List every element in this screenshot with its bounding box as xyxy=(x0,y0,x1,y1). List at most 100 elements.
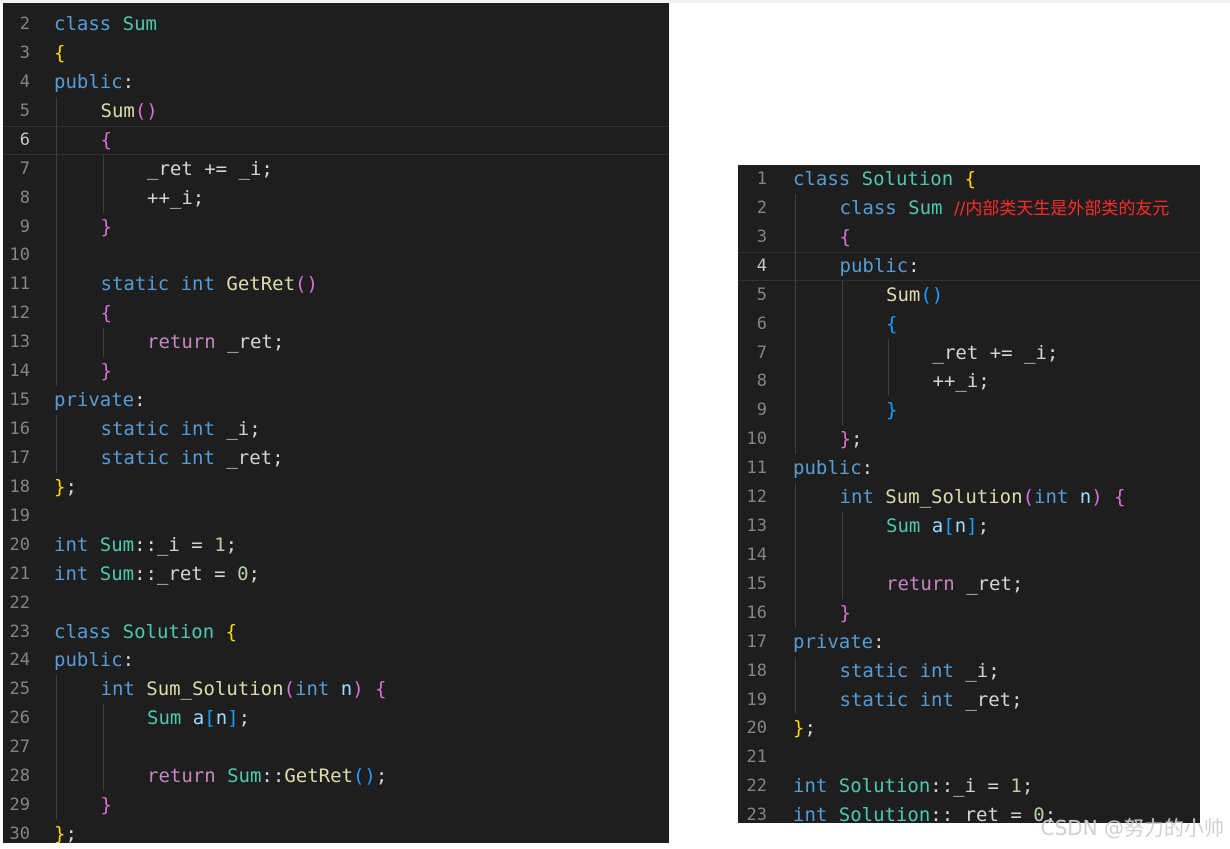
code-line[interactable]: 7 _ret += _i; xyxy=(738,339,1200,368)
code-line[interactable]: 12 { xyxy=(3,299,669,328)
code-line[interactable]: 23 class Solution { xyxy=(3,618,669,647)
line-number: 23 xyxy=(9,621,30,642)
code-line[interactable]: 20 int Sum::_i = 1; xyxy=(3,531,669,560)
line-number: 15 xyxy=(9,390,30,411)
code-token: int xyxy=(919,659,954,682)
code-text: _ret += _i; xyxy=(54,155,273,184)
code-text: public: xyxy=(793,252,920,281)
code-line[interactable]: 11 public: xyxy=(738,454,1200,483)
code-line[interactable]: 21 xyxy=(738,743,1200,772)
code-line[interactable]: 24 public: xyxy=(3,646,669,675)
line-number: 28 xyxy=(9,766,30,787)
code-line[interactable]: 13 Sum a[n]; xyxy=(738,512,1200,541)
code-token: int xyxy=(54,562,89,585)
code-token: ; xyxy=(238,707,251,730)
code-token: ; xyxy=(225,533,238,556)
code-line[interactable]: 29} xyxy=(3,791,669,820)
code-line[interactable]: 18 static int _i; xyxy=(738,657,1200,686)
line-number: 5 xyxy=(756,284,767,305)
code-token: public xyxy=(839,254,909,277)
code-token: public xyxy=(793,457,862,480)
code-line[interactable]: 6{ xyxy=(738,310,1200,339)
code-line[interactable]: 9} xyxy=(3,213,669,242)
code-token: ; xyxy=(65,475,77,498)
code-line[interactable]: 3{ xyxy=(3,39,669,68)
code-line[interactable]: 2 class Sum xyxy=(3,10,669,39)
code-line[interactable]: 15 private: xyxy=(3,386,669,415)
code-token: ( xyxy=(283,678,296,701)
code-line[interactable]: 5 Sum() xyxy=(738,281,1200,310)
code-line[interactable]: 16} xyxy=(738,599,1200,628)
code-text: return _ret; xyxy=(54,328,284,357)
code-text: ++_i; xyxy=(54,184,204,213)
code-line[interactable]: 5 Sum() xyxy=(3,97,669,126)
code-text: class Solution { xyxy=(54,618,237,647)
code-line[interactable]: 14} xyxy=(3,357,669,386)
code-line[interactable]: 4 public: xyxy=(3,68,669,97)
code-line[interactable]: 12 int Sum_Solution(int n) { xyxy=(738,483,1200,512)
code-line[interactable]: 2 class Sum //内部类天生是外部类的友元 xyxy=(738,194,1200,223)
line-number: 9 xyxy=(19,216,30,237)
code-line[interactable]: 14 xyxy=(738,541,1200,570)
code-line[interactable]: 19 static int _ret; xyxy=(738,686,1200,715)
code-token: ::_ret = xyxy=(134,562,238,585)
code-text: Sum a[n]; xyxy=(793,512,989,541)
code-token: class xyxy=(839,196,897,219)
code-token: () xyxy=(295,273,318,296)
code-line[interactable]: 17 private: xyxy=(738,628,1200,657)
code-line[interactable]: 10 xyxy=(3,241,669,270)
indent-guide xyxy=(795,483,796,628)
code-line[interactable]: 22 xyxy=(3,589,669,618)
code-token: ] xyxy=(227,707,239,730)
code-line[interactable]: 17 static int _ret; xyxy=(3,444,669,473)
code-token: _ret; xyxy=(214,446,284,469)
code-line[interactable]: 15 return _ret; xyxy=(738,570,1200,599)
code-line[interactable]: 11 static int GetRet() xyxy=(3,270,669,299)
code-line[interactable]: 30}; xyxy=(3,820,669,843)
code-token: static xyxy=(839,688,909,711)
line-number: 19 xyxy=(9,505,30,526)
code-token: Sum xyxy=(227,765,262,788)
line-number: 29 xyxy=(9,795,30,816)
code-line[interactable]: 25 int Sum_Solution(int n) { xyxy=(3,675,669,704)
code-token: ) xyxy=(352,678,364,701)
line-number: 4 xyxy=(756,255,767,276)
code-token: ; xyxy=(1021,775,1034,798)
code-token: _i; xyxy=(214,418,261,441)
code-token: return xyxy=(147,331,216,354)
code-token: public xyxy=(54,649,123,672)
code-line[interactable]: 9} xyxy=(738,396,1200,425)
line-number: 2 xyxy=(756,197,767,218)
code-token: [ xyxy=(943,515,955,538)
code-editor-left[interactable]: 2 class Sum 3{4 public: 5 Sum() 6{7 _ret += _i;… xyxy=(3,3,669,843)
line-number: 11 xyxy=(746,458,767,479)
code-line[interactable]: 6{ xyxy=(3,126,669,155)
indent-guide xyxy=(102,328,104,358)
code-token: Solution xyxy=(122,620,215,643)
code-token: private xyxy=(54,389,135,412)
code-token: a xyxy=(931,515,944,538)
code-line[interactable]: 16 static int _i; xyxy=(3,415,669,444)
code-editor-right[interactable]: 1 class Solution {2 class Sum //内部类天生是外部类的… xyxy=(738,165,1200,823)
line-number: 3 xyxy=(19,42,30,63)
code-line[interactable]: 22 int Solution::_i = 1; xyxy=(738,772,1200,801)
code-text: } xyxy=(54,791,112,820)
code-text: class Sum xyxy=(54,10,157,39)
code-line[interactable]: 21 int Sum::_ret = 0; xyxy=(3,560,669,589)
code-text: }; xyxy=(793,425,863,454)
code-line[interactable]: 10}; xyxy=(738,425,1200,454)
code-token: public xyxy=(54,70,123,93)
code-line[interactable]: 20}; xyxy=(738,714,1200,743)
code-line[interactable]: 3{ xyxy=(738,223,1200,252)
code-token: { xyxy=(100,128,112,151)
code-token: () xyxy=(134,99,158,122)
code-line[interactable]: 4 public: xyxy=(738,252,1200,281)
code-line[interactable]: 18}; xyxy=(3,473,669,502)
code-line[interactable]: 19 xyxy=(3,502,669,531)
code-line[interactable]: 1 class Solution { xyxy=(738,165,1200,194)
code-token: a xyxy=(192,707,205,730)
code-line[interactable]: 8 ++_i; xyxy=(738,367,1200,396)
